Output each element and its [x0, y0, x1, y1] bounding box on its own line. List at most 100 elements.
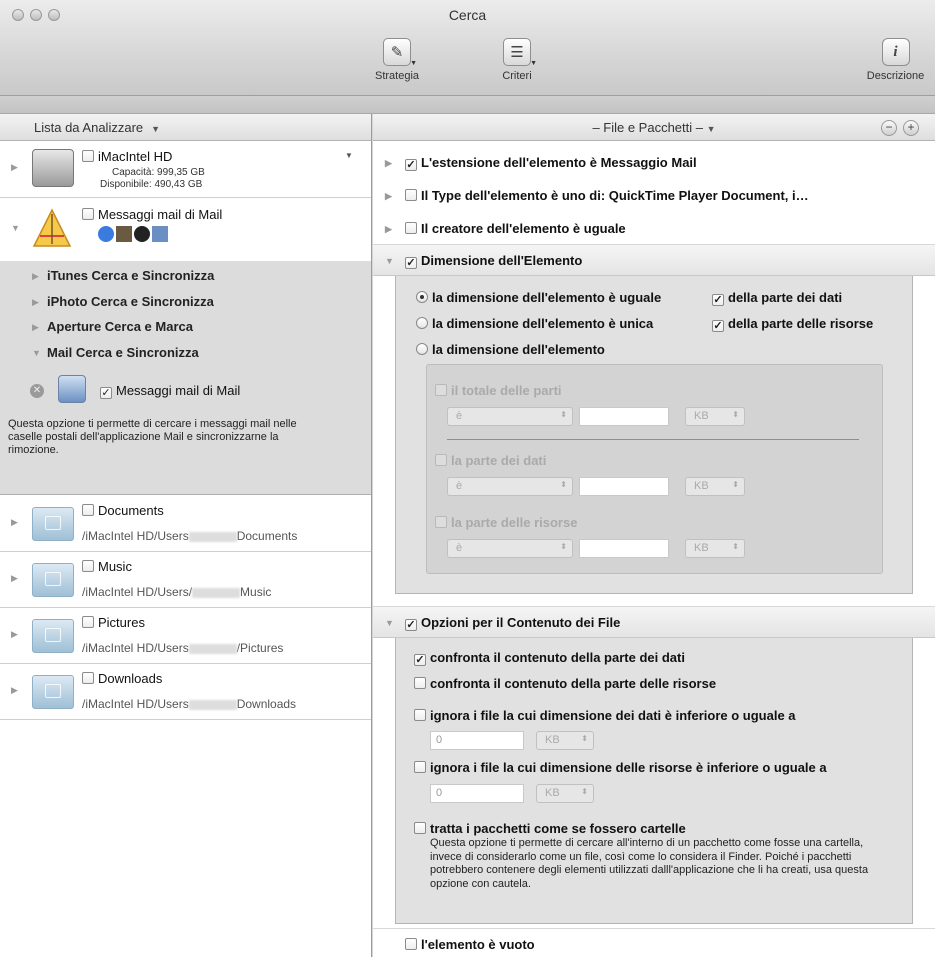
- criterion-type[interactable]: ▶ Il Type dell'elemento è uno di: QuickT…: [373, 180, 935, 212]
- total-unit-select[interactable]: KB ⬍: [685, 407, 745, 426]
- criterion-checkbox[interactable]: [405, 222, 417, 234]
- description-button[interactable]: i Descrizione: [856, 38, 935, 82]
- section-aperture[interactable]: Aperture Cerca e Marca: [47, 319, 193, 334]
- disk-item[interactable]: ▶ iMacIntel HD Capacità: 999,35 GB Dispo…: [0, 141, 371, 198]
- criterion-extension[interactable]: ▶ ✓ L'estensione dell'elemento è Messaggi…: [373, 147, 935, 179]
- mail-checkbox[interactable]: [82, 208, 94, 220]
- disclosure-triangle-icon[interactable]: ▶: [385, 158, 392, 169]
- ignore-resource-unit-select[interactable]: KB ⬍: [536, 784, 594, 803]
- criterion-checkbox[interactable]: ✓: [405, 159, 417, 171]
- resource-part-checkbox[interactable]: ✓: [712, 320, 724, 332]
- content-options-panel: ✓ confronta il contenuto della parte dei …: [395, 638, 913, 924]
- compare-resources-checkbox[interactable]: [414, 677, 426, 689]
- criterion-content-options[interactable]: ▼ ✓ Opzioni per il Contenuto dei File: [373, 606, 935, 638]
- app-store-icon: [32, 208, 72, 247]
- size-radio[interactable]: [416, 343, 428, 355]
- remove-criteria-button[interactable]: −: [881, 120, 897, 136]
- size-options-panel: la dimensione dell'elemento è uguale la …: [395, 276, 913, 594]
- stepper-arrows-icon: ⬍: [581, 734, 588, 743]
- disclosure-triangle-icon[interactable]: ▶: [385, 191, 392, 202]
- disclosure-triangle-icon[interactable]: ▶: [11, 573, 18, 584]
- folder-checkbox[interactable]: [82, 616, 94, 628]
- folder-item-documents[interactable]: ▶ Documents /iMacIntel HD/Users Documents: [0, 496, 371, 552]
- disclosure-triangle-icon[interactable]: ▶: [11, 629, 18, 640]
- packages-as-folders-checkbox[interactable]: [414, 822, 426, 834]
- disclosure-triangle-open-icon[interactable]: ▼: [11, 223, 20, 233]
- disclosure-triangle-open-icon[interactable]: ▼: [385, 256, 394, 266]
- chevron-down-icon: ▼: [530, 60, 537, 67]
- data-part-checkbox[interactable]: ✓: [712, 294, 724, 306]
- redacted-username: [188, 699, 237, 710]
- chevron-down-icon[interactable]: ▼: [345, 151, 353, 160]
- ignore-data-size-checkbox[interactable]: [414, 709, 426, 721]
- ignore-data-size-input[interactable]: 0: [430, 731, 524, 750]
- folder-checkbox[interactable]: [82, 672, 94, 684]
- folder-path: /iMacIntel HD/Users/Pictures: [82, 641, 284, 655]
- disclosure-triangle-icon[interactable]: ▶: [32, 271, 39, 282]
- redacted-username: [188, 531, 237, 542]
- resource-operator-select[interactable]: è ⬍: [447, 539, 573, 558]
- criterion-size[interactable]: ▼ ✓ Dimensione dell'Elemento: [373, 244, 935, 276]
- mail-option-checkbox[interactable]: ✓: [100, 387, 112, 399]
- folder-checkbox[interactable]: [82, 560, 94, 572]
- ignore-data-unit-select[interactable]: KB ⬍: [536, 731, 594, 750]
- total-parts-checkbox[interactable]: [435, 384, 447, 396]
- folder-item-pictures[interactable]: ▶ Pictures /iMacIntel HD/Users/Pictures: [0, 608, 371, 664]
- criterion-checkbox[interactable]: ✓: [405, 257, 417, 269]
- disclosure-triangle-open-icon[interactable]: ▼: [32, 348, 41, 358]
- criterion-empty[interactable]: l'elemento è vuoto: [373, 928, 935, 957]
- aperture-icon: [134, 226, 150, 242]
- stepper-arrows-icon: ⬍: [560, 410, 567, 419]
- size-unique-radio[interactable]: [416, 317, 428, 329]
- disk-checkbox[interactable]: [82, 150, 94, 162]
- resource-unit-select[interactable]: KB ⬍: [685, 539, 745, 558]
- app-icons-row: [98, 226, 168, 242]
- add-criteria-button[interactable]: +: [903, 120, 919, 136]
- stepper-arrows-icon: ⬍: [732, 480, 739, 489]
- data-part-size-checkbox[interactable]: [435, 454, 447, 466]
- ignore-resource-size-checkbox[interactable]: [414, 761, 426, 773]
- remove-icon[interactable]: ✕: [30, 384, 44, 398]
- mail-item[interactable]: ▼ Messaggi mail di Mail: [0, 198, 371, 261]
- disclosure-triangle-icon[interactable]: ▶: [11, 162, 18, 173]
- chevron-down-icon: ▼: [410, 60, 417, 67]
- disclosure-triangle-open-icon[interactable]: ▼: [385, 618, 394, 628]
- list-icon: ☰: [510, 44, 524, 61]
- mail-app-icon: [58, 375, 86, 403]
- data-unit-select[interactable]: KB ⬍: [685, 477, 745, 496]
- criterion-checkbox[interactable]: [405, 938, 417, 950]
- resource-part-size-checkbox[interactable]: [435, 516, 447, 528]
- folder-checkbox[interactable]: [82, 504, 94, 516]
- criterion-creator[interactable]: ▶ Il creatore dell'elemento è uguale: [373, 213, 935, 245]
- criterion-checkbox[interactable]: ✓: [405, 619, 417, 631]
- data-size-input[interactable]: [579, 477, 669, 496]
- criterion-checkbox[interactable]: [405, 189, 417, 201]
- strategy-button[interactable]: ✎ ▼ Strategia: [352, 38, 442, 82]
- disclosure-triangle-icon[interactable]: ▶: [11, 517, 18, 528]
- disclosure-triangle-icon[interactable]: ▶: [32, 322, 39, 333]
- section-itunes[interactable]: iTunes Cerca e Sincronizza: [47, 268, 214, 283]
- folder-item-music[interactable]: ▶ Music /iMacIntel HD/Users/Music: [0, 552, 371, 608]
- packages-note: Questa opzione ti permette di cercare al…: [430, 837, 869, 890]
- criteria-button[interactable]: ☰ ▼ Criteri: [472, 38, 562, 82]
- data-operator-select[interactable]: è ⬍: [447, 477, 573, 496]
- criteria-header[interactable]: – File e Pacchetti – ▼: [373, 114, 935, 141]
- section-iphoto[interactable]: iPhoto Cerca e Sincronizza: [47, 294, 214, 309]
- section-mail[interactable]: Mail Cerca e Sincronizza: [47, 345, 199, 360]
- total-size-input[interactable]: [579, 407, 669, 426]
- total-operator-select[interactable]: è ⬍: [447, 407, 573, 426]
- disclosure-triangle-icon[interactable]: ▶: [385, 224, 392, 235]
- folder-item-downloads[interactable]: ▶ Downloads /iMacIntel HD/Users Downloads: [0, 664, 371, 720]
- mail-app-icon: [152, 226, 168, 242]
- size-equal-radio[interactable]: [416, 291, 428, 303]
- disclosure-triangle-icon[interactable]: ▶: [11, 685, 18, 696]
- stepper-arrows-icon: ⬍: [732, 410, 739, 419]
- resource-size-input[interactable]: [579, 539, 669, 558]
- hard-disk-icon: [32, 149, 74, 187]
- ignore-resource-size-input[interactable]: 0: [430, 784, 524, 803]
- redacted-username: [192, 587, 241, 598]
- downloads-folder-icon: [32, 675, 74, 709]
- source-list-header[interactable]: Lista da Analizzare ▼: [0, 114, 371, 141]
- disclosure-triangle-icon[interactable]: ▶: [32, 297, 39, 308]
- compare-data-checkbox[interactable]: ✓: [414, 654, 426, 666]
